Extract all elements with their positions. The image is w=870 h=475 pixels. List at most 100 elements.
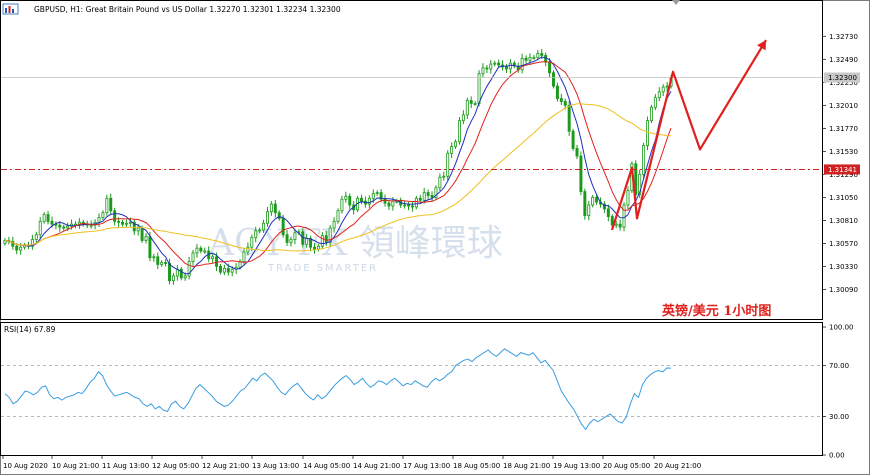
candle-body	[320, 235, 324, 247]
scroll-marker-icon[interactable]	[672, 0, 680, 5]
candle-body	[391, 200, 395, 207]
candle-body	[626, 190, 630, 206]
y-tick-label: 1.31770	[829, 125, 858, 133]
candle-body	[101, 212, 105, 218]
candle-body	[461, 114, 465, 122]
candle-body	[606, 208, 610, 217]
candle-body	[410, 205, 414, 208]
candle-body	[293, 232, 297, 240]
candle-body	[485, 67, 489, 70]
candle-body	[336, 210, 340, 222]
candle-body	[473, 103, 477, 105]
candle-body	[524, 57, 528, 61]
candle-body	[387, 202, 391, 207]
candle-body	[285, 234, 289, 243]
candle-body	[332, 220, 336, 229]
candle-body	[614, 223, 618, 226]
candle-body	[89, 224, 93, 227]
candle-body	[555, 85, 559, 100]
candle-body	[407, 204, 411, 207]
candle-body	[179, 268, 183, 279]
candle-body	[140, 227, 144, 241]
candle-body	[481, 67, 485, 75]
candle-body	[269, 203, 273, 213]
y-tick-label: 1.30570	[829, 240, 858, 248]
candle-body	[508, 62, 512, 70]
candle-body	[168, 263, 171, 282]
x-tick-label: 18 Aug 05:00	[453, 462, 500, 470]
candle-body	[265, 211, 269, 224]
candle-body	[430, 195, 434, 198]
candle-body	[74, 223, 77, 226]
chart-caption: 英镑/美元 1小时图	[661, 303, 771, 319]
current-price-label: 1.32300	[828, 74, 857, 82]
candle-body	[575, 148, 579, 157]
candle-body	[156, 256, 160, 265]
candle-body	[563, 101, 567, 106]
candle-body	[371, 193, 375, 199]
candle-body	[591, 196, 595, 206]
main-panel-frame	[0, 0, 823, 320]
candle-body	[587, 204, 591, 216]
candle-body	[199, 247, 203, 252]
candle-body	[62, 226, 66, 229]
candle-body	[97, 217, 101, 223]
candle-body	[642, 145, 646, 175]
rsi-title: RSI(14) 67.89	[4, 325, 56, 334]
rsi-tick-label: 0.00	[829, 452, 845, 460]
candle-body	[414, 197, 418, 208]
candle-body	[344, 195, 348, 200]
candle-body	[42, 214, 46, 222]
candle-body	[360, 197, 363, 202]
candle-body	[583, 191, 587, 216]
chart-canvas: GBPUSD, H1: Great Britain Pound vs US Do…	[0, 0, 870, 475]
candle-body	[324, 235, 328, 243]
candle-body	[66, 225, 70, 229]
candle-body	[152, 256, 156, 259]
candle-body	[34, 234, 38, 240]
candle-body	[657, 91, 661, 99]
x-tick-label: 10 Aug 21:00	[52, 462, 99, 470]
candle-body	[128, 221, 132, 224]
candle-body	[164, 262, 168, 264]
candle-body	[242, 251, 246, 262]
candle-body	[46, 214, 50, 222]
y-tick-label: 1.30810	[829, 217, 858, 225]
candle-body	[191, 252, 195, 262]
x-tick-label: 20 Aug 05:00	[603, 462, 650, 470]
candle-body	[552, 72, 555, 87]
candle-body	[571, 130, 575, 149]
candle-body	[454, 141, 458, 147]
candle-body	[258, 229, 262, 232]
x-tick-label: 12 Aug 05:00	[152, 462, 199, 470]
candle-body	[250, 237, 254, 248]
candle-body	[622, 204, 626, 228]
candle-body	[418, 197, 422, 201]
candle-body	[183, 275, 187, 279]
candle-body	[117, 220, 121, 223]
symbol-icon[interactable]	[2, 3, 19, 15]
y-tick-label: 1.31050	[829, 194, 858, 202]
candle-body	[403, 204, 407, 207]
candle-body	[438, 176, 442, 189]
candle-body	[148, 236, 152, 259]
candle-body	[316, 245, 320, 250]
candle-body	[469, 100, 473, 104]
candle-body	[528, 56, 532, 61]
candle-body	[38, 220, 42, 236]
candle-body	[661, 86, 665, 93]
candle-body	[109, 197, 113, 212]
candle-body	[309, 238, 313, 248]
rsi-panel-frame	[0, 322, 823, 456]
candle-body	[477, 73, 481, 104]
candle-body	[567, 104, 571, 132]
candle-body	[465, 100, 469, 116]
rsi-tick-label: 30.00	[829, 413, 849, 421]
candle-body	[58, 224, 62, 228]
candle-body	[375, 192, 379, 194]
y-tick-label: 1.30330	[829, 263, 858, 271]
candle-body	[230, 268, 234, 273]
candle-body	[595, 196, 599, 203]
x-tick-label: 13 Aug 13:00	[252, 462, 299, 470]
candle-body	[226, 267, 230, 273]
